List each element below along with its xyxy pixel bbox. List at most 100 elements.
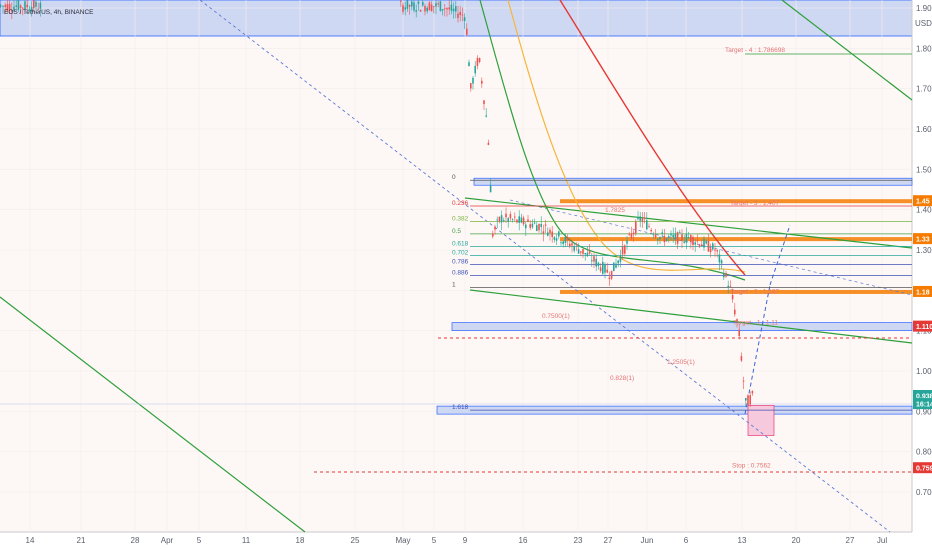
candle-body [608,277,611,279]
y-tick-label: 1.800 [916,44,932,53]
candle-body [738,329,740,336]
y-tick-label: 0.700 [916,488,932,497]
candle-body [582,249,584,254]
price-tag-3: 1.110 [916,324,932,331]
candle-body [639,216,641,221]
candle-body [19,5,22,9]
candle-body [553,237,556,240]
candle-body [707,240,710,252]
candle-body [696,240,699,242]
candle-body [483,100,485,105]
candle-body [586,252,589,257]
price-chart[interactable]: 0 0.236 0.382 0.5 0.618 0.702 0.786 0.886 1 1.618… [0,0,932,550]
candle-body [643,217,646,219]
candle-body [542,231,545,234]
candle-body [26,4,28,8]
candle-body [536,225,538,232]
x-tick-label: 14 [26,536,35,545]
price-tag-2: 1.18 [916,289,930,296]
annotation-3: 1.2505(1) [667,359,695,366]
candle-body [705,240,707,244]
candle-body [39,2,42,9]
candle-body [674,233,677,240]
fib-label-4: 0.618 [452,240,469,247]
fib-label-3: 0.5 [452,228,461,235]
candle-body [24,1,26,10]
resistance-zone [473,177,913,186]
candle-body [472,77,474,84]
x-tick-label: 27 [604,536,613,545]
candle-body [426,7,428,12]
candle-body [617,260,619,264]
candle-body [415,10,417,12]
candle-body [720,260,723,264]
candle-body [727,285,729,288]
x-tick-label: 23 [574,536,583,545]
candle-body [751,390,754,394]
candle-body [599,267,602,271]
candle-body [450,4,453,11]
candle-body [698,244,701,247]
candle-body [494,226,496,230]
plot-area [0,0,912,532]
candle-body [569,243,571,247]
candle-body [650,229,652,232]
candle-body [455,6,457,12]
annotation-1: 0.7500(1) [542,313,570,320]
price-tag-6: 0.759 [916,466,932,473]
orange-level [560,237,912,242]
x-tick-label: Jun [641,536,654,545]
candle-body [659,236,661,240]
candle-body [692,236,694,245]
candle-body [463,17,466,22]
x-tick-label: 21 [77,536,86,545]
candle-body [35,1,37,7]
price-tag-0: 1.45 [916,199,930,206]
candle-body [424,6,426,12]
candle-body [518,216,520,223]
candle-body [527,219,529,222]
x-tick-label: 5 [197,536,202,545]
candle-body [661,232,663,234]
candle-body [509,214,512,219]
candle-body [417,1,420,5]
candle-body [654,234,657,238]
candle-body [485,115,487,117]
candle-body [459,11,461,16]
candle-body [435,3,437,7]
candle-body [571,243,573,246]
candle-body [419,9,422,12]
candle-body [740,356,743,361]
candle-body [551,231,553,238]
candle-body [657,238,659,241]
candle-body [549,229,551,233]
x-tick-label: 5 [432,536,437,545]
candle-body [507,218,509,222]
candle-body [729,285,732,287]
candle-body [630,233,633,238]
y-tick-label: 1.000 [916,367,932,376]
candle-body [404,7,406,10]
candle-body [489,184,492,193]
x-tick-label: 6 [684,536,689,545]
candle-body [437,3,439,5]
candle-body [709,248,712,253]
x-tick-label: 9 [463,536,468,545]
candle-body [476,58,479,66]
candle-body [468,62,470,67]
candle-body [690,235,692,243]
candle-body [676,232,679,244]
candle-body [514,216,516,218]
candle-body [498,216,501,222]
candle-body [492,233,494,237]
x-axis[interactable]: 14 21 28 Apr 5 11 18 25 May 5 9 16 23 27 Jun 6 13 20 27 Jul [26,536,888,545]
x-tick-label: 25 [351,536,360,545]
candle-body [723,273,725,278]
candle-body [648,226,650,228]
y-tick-label: 1.700 [916,85,932,94]
fib-label-5: 0.702 [452,250,469,257]
candle-body [470,83,472,89]
x-tick-label: 20 [792,536,801,545]
candle-body [448,7,450,10]
candle-body [4,4,6,8]
